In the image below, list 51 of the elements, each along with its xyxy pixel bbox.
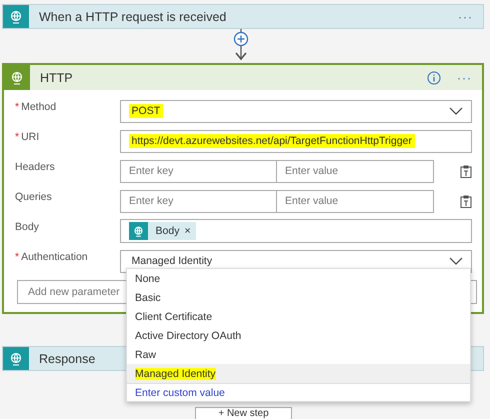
dropdown-option[interactable]: Active Directory OAuth bbox=[127, 326, 470, 345]
input-field[interactable]: https://devt.azurewebsites.net/api/TargetFunctionHttpTrigger bbox=[120, 130, 472, 152]
field-label: Queries bbox=[15, 191, 52, 203]
dropdown-option[interactable]: Managed Identity bbox=[127, 364, 470, 383]
chevron-icon bbox=[449, 257, 463, 265]
dropdown-option[interactable]: Basic bbox=[127, 288, 470, 307]
value-field[interactable]: Enter value bbox=[277, 190, 434, 212]
option-label: Basic bbox=[135, 292, 161, 304]
required-mark: * bbox=[15, 131, 20, 143]
field-label: Method bbox=[21, 101, 56, 113]
body-token[interactable]: Body × bbox=[128, 222, 196, 240]
key-field[interactable]: Enter key bbox=[120, 190, 277, 212]
select-field[interactable]: POST bbox=[120, 100, 472, 122]
remove-token[interactable]: × bbox=[184, 225, 191, 237]
input-field[interactable]: Body × bbox=[120, 219, 472, 243]
connector-drawing[interactable] bbox=[231, 29, 251, 63]
info-icon[interactable] bbox=[427, 70, 441, 84]
value-field[interactable]: Enter value bbox=[277, 160, 434, 182]
option-label: Client Certificate bbox=[135, 310, 212, 322]
dropdown-option[interactable]: Raw bbox=[127, 345, 470, 364]
field-value: Managed Identity bbox=[130, 254, 214, 268]
required-mark: * bbox=[15, 101, 20, 113]
card-title: Response bbox=[39, 352, 96, 366]
globe-icon bbox=[132, 226, 144, 236]
field-value: POST bbox=[128, 104, 164, 118]
field-label: URI bbox=[21, 131, 40, 143]
new-step-button[interactable]: + New step bbox=[195, 407, 292, 419]
clipboard-icon[interactable] bbox=[460, 164, 472, 178]
field-label: Body bbox=[15, 221, 39, 233]
chevron-icon bbox=[449, 107, 463, 115]
token-label: Body bbox=[156, 225, 180, 237]
globe-icon bbox=[9, 352, 23, 366]
more-menu[interactable]: ··· bbox=[458, 10, 473, 24]
option-label: Managed Identity bbox=[135, 368, 216, 380]
field-label: Headers bbox=[15, 161, 55, 173]
dropdown-option[interactable]: Client Certificate bbox=[127, 307, 470, 326]
globe-icon bbox=[10, 70, 24, 84]
field-label: Authentication bbox=[21, 251, 88, 263]
required-mark: * bbox=[15, 251, 20, 263]
field-value: https://devt.azurewebsites.net/api/TargetFunctionHttpTrigger bbox=[128, 134, 415, 148]
option-label: None bbox=[135, 272, 160, 284]
more-menu[interactable]: ··· bbox=[457, 70, 472, 84]
globe-icon bbox=[9, 10, 23, 24]
key-field[interactable]: Enter key bbox=[120, 160, 277, 182]
option-label: Active Directory OAuth bbox=[135, 330, 242, 342]
trigger-card[interactable]: When a HTTP request is received ··· bbox=[2, 4, 484, 29]
custom-value-link[interactable]: Enter custom value bbox=[127, 383, 470, 402]
card-title: When a HTTP request is received bbox=[39, 10, 228, 24]
card-title: HTTP bbox=[40, 70, 74, 84]
clipboard-icon[interactable] bbox=[460, 194, 472, 208]
option-label: Raw bbox=[135, 348, 156, 360]
